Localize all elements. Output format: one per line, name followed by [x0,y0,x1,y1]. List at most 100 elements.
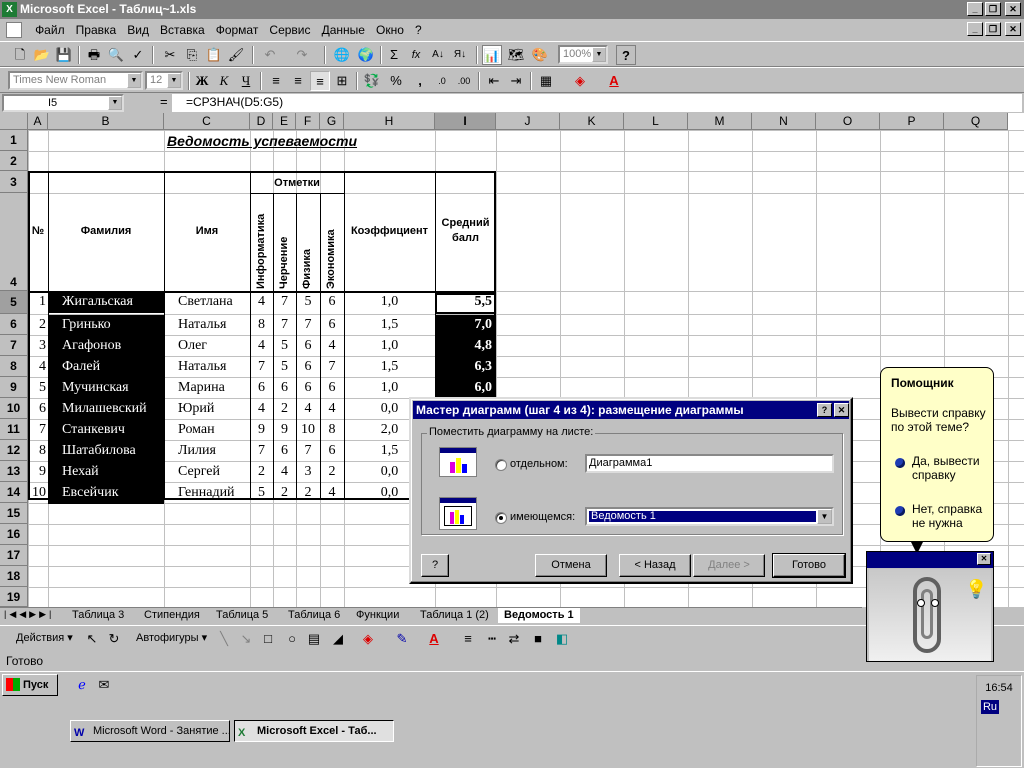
increase-decimal-icon[interactable]: .0 [432,71,452,91]
name-cell[interactable]: Сергей [164,462,250,483]
surname-cell[interactable]: Станкевич [48,420,164,441]
menu-format[interactable]: Формат [212,19,263,41]
grade-cell[interactable]: 3 [296,462,320,483]
grade-cell[interactable]: 4 [250,292,273,313]
option-separate-label[interactable]: отдельном: [510,458,568,470]
option-separate-radio[interactable] [495,459,507,471]
autosum-icon[interactable]: Σ [384,45,404,65]
decrease-indent-icon[interactable]: ⇤ [484,71,504,91]
grade-cell[interactable]: 2 [296,483,320,504]
task-word[interactable]: W Microsoft Word - Занятие ... [70,720,230,742]
lightbulb-icon[interactable]: 💡 [965,579,987,600]
chevron-down-icon[interactable]: ▼ [167,73,181,88]
row-header[interactable]: 18 [0,566,28,587]
actions-menu[interactable]: Действия ▾ [16,631,73,644]
row-number-cell[interactable]: 4 [28,357,48,378]
tab-scroll-arrows[interactable]: |◀◀▶▶| [4,609,54,620]
dash-style-icon[interactable]: ┅ [482,629,502,649]
line-color-icon[interactable]: ✎ [392,629,412,649]
help-button[interactable]: ? [421,554,449,577]
header-name[interactable]: Имя [164,225,250,237]
select-objects-icon[interactable]: ↖ [82,629,102,649]
menu-window[interactable]: Окно [372,19,408,41]
menu-edit[interactable]: Правка [72,19,121,41]
grade-cell[interactable]: 7 [320,357,344,378]
column-header[interactable]: K [560,113,624,130]
grade-cell[interactable]: 4 [320,483,344,504]
font-color-icon[interactable]: A [604,71,624,91]
grade-cell[interactable]: 7 [296,315,320,336]
column-header[interactable]: O [816,113,880,130]
row-number-cell[interactable]: 7 [28,420,48,441]
name-cell[interactable]: Наталья [164,357,250,378]
grade-cell[interactable]: 4 [320,399,344,420]
chart-wizard-icon[interactable]: 📊 [482,45,502,65]
menu-tools[interactable]: Сервис [265,19,314,41]
row-header[interactable]: 12 [0,440,28,461]
internet-explorer-icon[interactable]: ℯ [72,675,92,695]
font-color-icon[interactable]: A [424,629,444,649]
tab-table5[interactable]: Таблица 5 [210,608,274,623]
chevron-down-icon[interactable]: ▼ [592,47,606,62]
chevron-down-icon[interactable]: ▼ [108,96,122,110]
excel-app-icon[interactable]: X [2,2,17,17]
font-size-combo[interactable]: 12 ▼ [145,71,183,90]
zoom-combo[interactable]: 100% ▼ [558,45,608,64]
average-cell[interactable]: 7,0 [435,315,496,336]
language-indicator[interactable]: Ru [981,700,999,714]
grade-cell[interactable]: 7 [250,357,273,378]
header-avg-line2[interactable]: балл [435,232,496,244]
header-avg-line1[interactable]: Средний [435,217,496,229]
row-header[interactable]: 13 [0,461,28,482]
column-header[interactable]: C [164,113,250,130]
surname-cell[interactable]: Мучинская [48,378,164,399]
tab-table1-2[interactable]: Таблица 1 (2) [414,608,495,623]
grade-cell[interactable]: 6 [273,441,296,462]
grade-cell[interactable]: 4 [250,336,273,357]
doc-close-button[interactable]: ✕ [1005,22,1021,36]
header-subject-economics[interactable]: Экономика [325,229,337,289]
coefficient-cell[interactable]: 1,0 [344,292,435,313]
grade-cell[interactable]: 6 [320,441,344,462]
coefficient-cell[interactable]: 1,5 [344,357,435,378]
column-header[interactable]: I [435,113,496,130]
row-header[interactable]: 16 [0,524,28,545]
row-header[interactable]: 2 [0,151,28,171]
header-num[interactable]: № [28,225,48,237]
name-box[interactable]: I5 ▼ [2,94,124,112]
average-cell[interactable]: 6,3 [435,357,496,378]
grade-cell[interactable]: 7 [296,441,320,462]
surname-cell[interactable]: Шатабилова [48,441,164,462]
surname-cell[interactable]: Евсейчик [48,483,164,504]
header-subject-informatics[interactable]: Информатика [255,214,267,289]
row-header[interactable]: 17 [0,545,28,566]
map-icon[interactable]: 🗺 [506,45,526,65]
grade-cell[interactable]: 7 [273,315,296,336]
name-cell[interactable]: Геннадий [164,483,250,504]
row-header[interactable]: 10 [0,398,28,419]
row-header[interactable]: 8 [0,356,28,377]
average-cell[interactable]: 6,0 [435,378,496,399]
menu-data[interactable]: Данные [318,19,369,41]
free-rotate-icon[interactable]: ↻ [104,629,124,649]
align-left-icon[interactable]: ≡ [266,71,286,91]
coefficient-cell[interactable]: 1,5 [344,315,435,336]
row-number-cell[interactable]: 1 [28,292,48,313]
coefficient-cell[interactable]: 1,0 [344,336,435,357]
assistant-close-icon[interactable]: ✕ [977,553,991,565]
menu-view[interactable]: Вид [123,19,153,41]
italic-button[interactable]: К [214,71,234,91]
column-header[interactable]: N [752,113,816,130]
grade-cell[interactable]: 7 [273,292,296,313]
coefficient-cell[interactable]: 1,0 [344,378,435,399]
fill-color-icon[interactable]: ◈ [570,71,590,91]
cut-icon[interactable]: ✂ [160,45,180,65]
borders-icon[interactable]: ▦ [536,71,556,91]
column-header[interactable]: Q [944,113,1008,130]
name-cell[interactable]: Марина [164,378,250,399]
align-right-icon[interactable]: ≡ [310,71,330,91]
comma-button[interactable]: , [410,71,430,91]
grade-cell[interactable]: 7 [250,441,273,462]
grade-cell[interactable]: 6 [250,378,273,399]
drawing-icon[interactable]: 🎨 [530,45,550,65]
